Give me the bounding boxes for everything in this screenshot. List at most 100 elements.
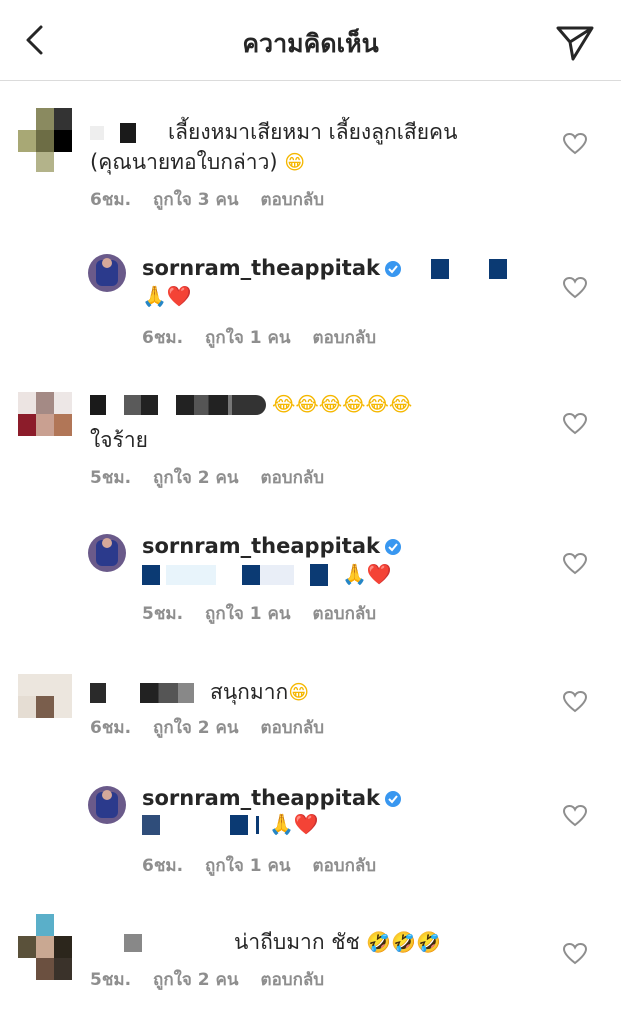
timestamp: 6ชม. [142,328,184,348]
comment-item: sornram_theappitak 🙏❤️ 6ชม. ถูกใจ 1 คน ตอบ… [0,248,621,358]
redacted-username [90,126,104,140]
heart-outline-icon[interactable] [562,942,588,966]
comment-meta: 6ชม. ถูกใจ 2 คน ตอบกลับ [90,714,346,741]
reply-button[interactable]: ตอบกลับ [261,970,325,990]
like-count[interactable]: ถูกใจ 1 คน [205,604,291,624]
redacted-text [142,565,160,585]
like-count[interactable]: ถูกใจ 3 คน [153,190,239,210]
comment-text: sornram_theappitak [142,786,402,810]
comment-text-line: เลี้ยงหมาเสียหมา เลี้ยงลูกเสียคน [168,120,458,144]
redacted-username [90,683,106,703]
page-title: ความคิดเห็น [242,29,379,58]
reply-button[interactable]: ตอบกลับ [313,604,377,624]
username[interactable]: sornram_theappitak [142,534,380,558]
redacted-text [310,564,328,586]
username[interactable]: sornram_theappitak [142,256,380,280]
avatar[interactable] [18,914,72,980]
like-count[interactable]: ถูกใจ 2 คน [153,718,239,738]
comment-text: 😂😂😂😂😂😂 [90,392,412,416]
reply-button[interactable]: ตอบกลับ [313,856,377,876]
reply-button[interactable]: ตอบกลับ [261,190,325,210]
emoji: 😁 [284,150,306,174]
comment-text-line: น่าถีบมาก ชัช [234,930,360,954]
redacted-username [124,934,142,952]
timestamp: 6ชม. [142,856,184,876]
emoji: 😁 [288,680,310,704]
heart-outline-icon[interactable] [562,132,588,156]
heart-outline-icon[interactable] [562,412,588,436]
emoji: 🙏❤️ [269,812,319,836]
redacted-username [140,683,194,703]
comment-meta: 5ชม. ถูกใจ 2 คน ตอบกลับ [90,966,346,993]
verified-badge-icon [384,539,401,555]
redacted-text [489,259,508,279]
comment-text: น่าถีบมาก ชัช 🤣🤣🤣 [90,926,441,959]
redacted-text [142,815,160,835]
avatar[interactable] [88,254,126,292]
comment-text: sornram_theappitak [142,256,508,280]
comment-text: sornram_theappitak [142,534,402,558]
comment-meta: 6ชม. ถูกใจ 1 คน ตอบกลับ [142,324,398,351]
redacted-text [256,816,259,834]
redacted-text [242,565,260,585]
redacted-text [166,565,216,585]
emoji: 🙏❤️ [342,562,392,586]
like-count[interactable]: ถูกใจ 2 คน [153,468,239,488]
reply-button[interactable]: ตอบกลับ [261,718,325,738]
comment-text-line: (คุณนายทอใบกล่าว) [90,150,278,174]
redacted-text [230,815,248,835]
verified-badge-icon [384,261,401,277]
avatar[interactable] [88,534,126,572]
comment-meta: 6ชม. ถูกใจ 3 คน ตอบกลับ [90,186,346,213]
timestamp: 5ชม. [90,468,132,488]
timestamp: 5ชม. [90,970,132,990]
comment-item: สนุกมาก😁 6ชม. ถูกใจ 2 คน ตอบกลับ [0,670,621,770]
like-count[interactable]: ถูกใจ 1 คน [205,328,291,348]
avatar[interactable] [88,786,126,824]
redacted-username [90,395,106,415]
comment-text: (คุณนายทอใบกล่าว) 😁 [90,146,305,179]
avatar[interactable] [18,674,72,718]
timestamp: 6ชม. [90,718,132,738]
comment-item: sornram_theappitak 🙏❤️ 5ชม. ถูกใจ 1 คน ตอบ… [0,530,621,640]
comment-text: สนุกมาก😁 [90,676,309,709]
redacted-username [120,123,136,143]
heart-outline-icon[interactable] [562,276,588,300]
heart-outline-icon[interactable] [562,690,588,714]
redacted-text [260,565,294,585]
comment-item: sornram_theappitak 🙏❤️ 6ชม. ถูกใจ 1 คน ตอบ… [0,782,621,892]
comment-text-line: สนุกมาก [210,680,289,704]
timestamp: 5ชม. [142,604,184,624]
comment-meta: 5ชม. ถูกใจ 1 คน ตอบกลับ [142,600,398,627]
reply-button[interactable]: ตอบกลับ [313,328,377,348]
heart-outline-icon[interactable] [562,552,588,576]
avatar[interactable] [18,392,72,436]
redacted-username [124,395,158,415]
timestamp: 6ชม. [90,190,132,210]
emoji: 😂😂😂😂😂😂 [272,392,413,416]
paper-plane-icon[interactable] [553,20,597,64]
like-count[interactable]: ถูกใจ 2 คน [153,970,239,990]
verified-badge-icon [384,791,401,807]
reply-button[interactable]: ตอบกลับ [261,468,325,488]
comment-item: เลี้ยงหมาเสียหมา เลี้ยงลูกเสียคน (คุณนาย… [0,100,621,220]
heart-outline-icon[interactable] [562,804,588,828]
comment-text-line: ใจร้าย [90,428,148,452]
redacted-text [430,259,449,279]
comment-item: น่าถีบมาก ชัช 🤣🤣🤣 5ชม. ถูกใจ 2 คน ตอบกลับ [0,912,621,1012]
emoji: 🙏❤️ [142,284,192,308]
comment-text: 🙏❤️ [142,812,319,836]
comment-text: 🙏❤️ [142,562,392,586]
avatar[interactable] [18,108,72,172]
like-count[interactable]: ถูกใจ 1 คน [205,856,291,876]
comment-text: ใจร้าย [90,424,148,457]
header-bar: ความคิดเห็น [0,0,621,81]
redacted-username [176,395,266,415]
comment-meta: 5ชม. ถูกใจ 2 คน ตอบกลับ [90,464,346,491]
comment-text: เลี้ยงหมาเสียหมา เลี้ยงลูกเสียคน [90,116,457,149]
username[interactable]: sornram_theappitak [142,786,380,810]
comment-text: 🙏❤️ [142,284,192,308]
comment-meta: 6ชม. ถูกใจ 1 คน ตอบกลับ [142,852,398,879]
comment-item: 😂😂😂😂😂😂 ใจร้าย 5ชม. ถูกใจ 2 คน ตอบกลับ [0,386,621,496]
emoji: 🤣🤣🤣 [366,930,442,954]
